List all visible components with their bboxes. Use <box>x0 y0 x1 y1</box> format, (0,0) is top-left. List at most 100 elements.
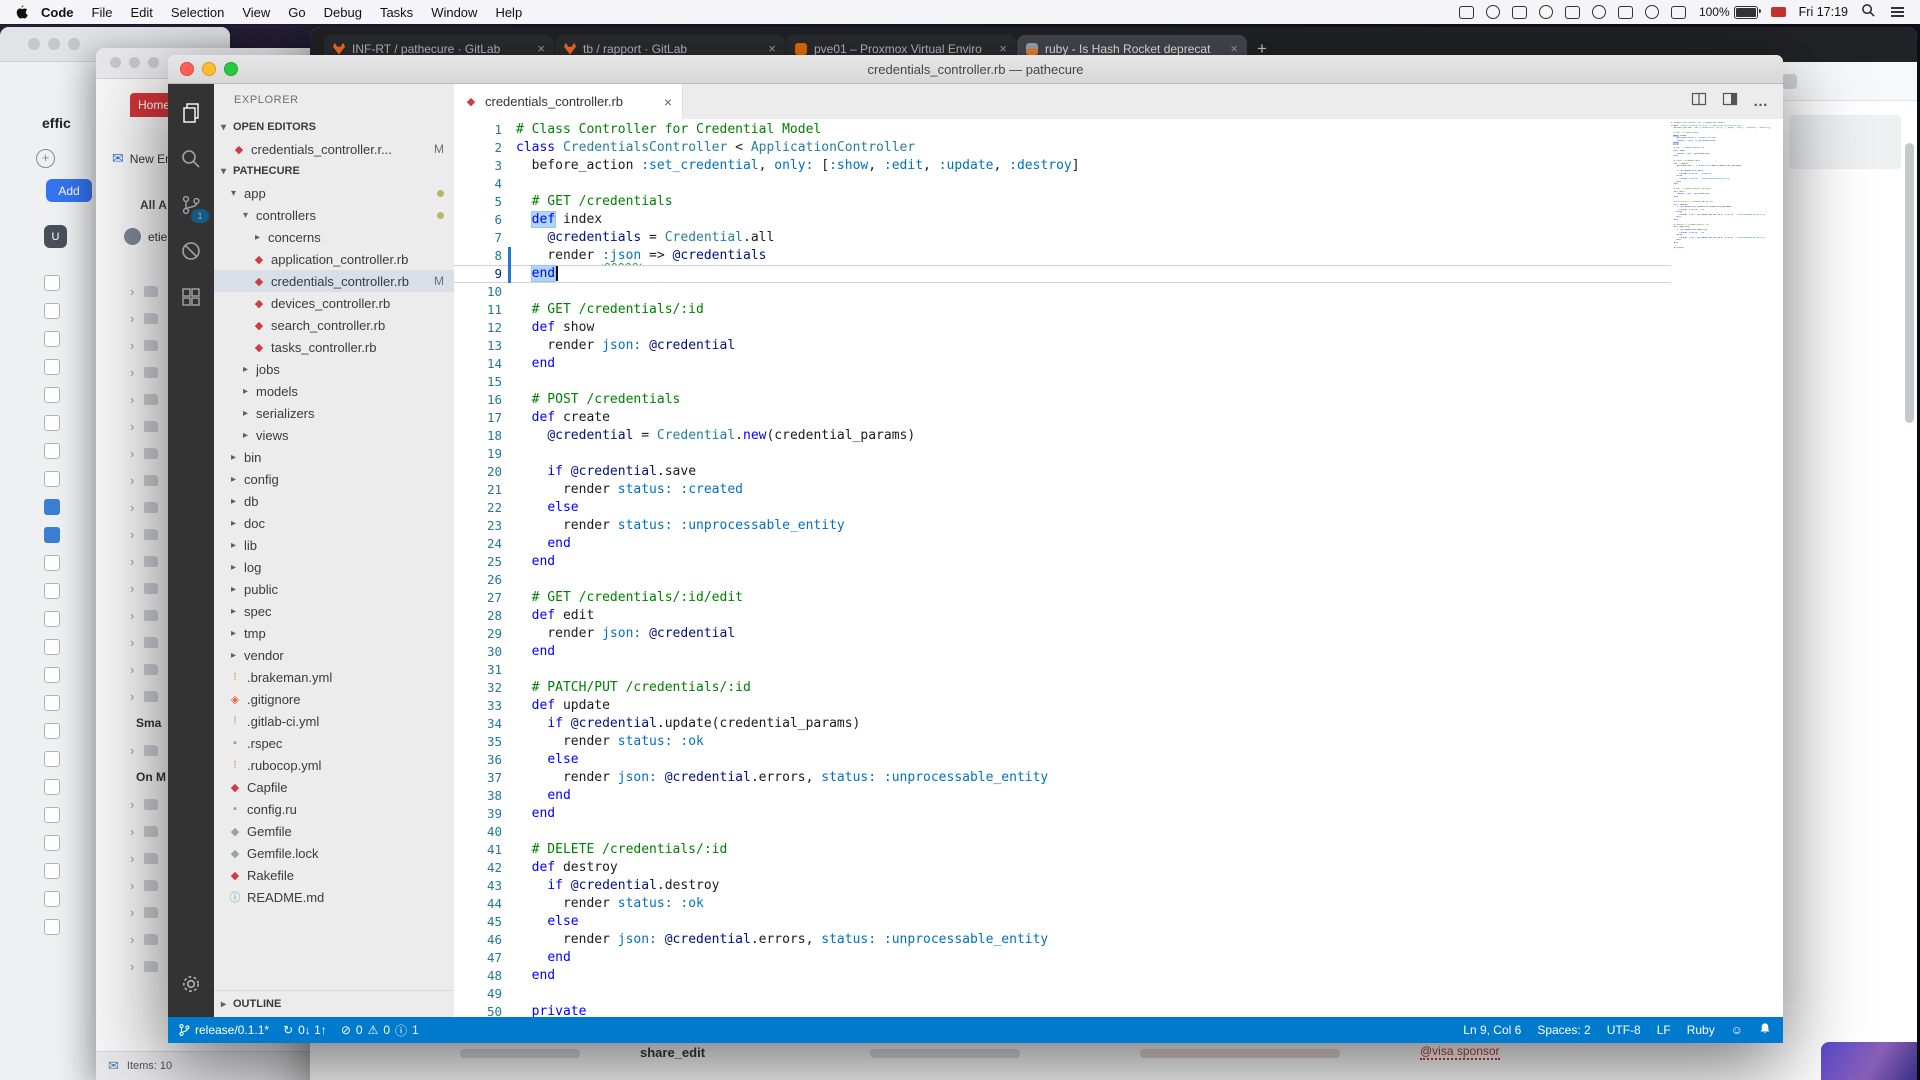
layout-toggle-icon[interactable] <box>1722 91 1738 112</box>
tab-close-icon[interactable]: × <box>537 41 545 56</box>
tree-file-.gitlab-ci.yml[interactable]: !.gitlab-ci.yml <box>214 710 454 732</box>
checkbox[interactable] <box>44 387 60 403</box>
code-line-13[interactable]: 13 render json: @credential <box>454 337 1671 355</box>
code-line-7[interactable]: 7 @credentials = Credential.all <box>454 229 1671 247</box>
minimap[interactable]: # Class Controller for Credential Modelc… <box>1671 119 1783 1017</box>
code-line-47[interactable]: 47 end <box>454 949 1671 967</box>
checkbox[interactable] <box>44 275 60 291</box>
status-icon[interactable] <box>1539 5 1553 19</box>
chevron-right-icon[interactable]: › <box>130 419 134 434</box>
code-line-27[interactable]: 27 # GET /credentials/:id/edit <box>454 589 1671 607</box>
chevron-right-icon[interactable]: › <box>130 743 134 758</box>
menu-view[interactable]: View <box>233 5 279 20</box>
tree-folder-public[interactable]: ▸public <box>214 578 454 600</box>
checkbox[interactable] <box>44 723 60 739</box>
checkbox[interactable] <box>44 499 60 515</box>
code-line-44[interactable]: 44 render status: :ok <box>454 895 1671 913</box>
chevron-right-icon[interactable]: › <box>130 959 134 974</box>
status-icon[interactable] <box>1645 5 1659 19</box>
tree-file-.gitignore[interactable]: ◈.gitignore <box>214 688 454 710</box>
code-line-22[interactable]: 22 else <box>454 499 1671 517</box>
encoding-indicator[interactable]: UTF-8 <box>1607 1023 1641 1037</box>
code-line-34[interactable]: 34 if @credential.update(credential_para… <box>454 715 1671 733</box>
code-line-8[interactable]: 8 render :json => @credentials <box>454 247 1671 265</box>
spotlight-icon[interactable] <box>1861 3 1876 21</box>
code-line-20[interactable]: 20 if @credential.save <box>454 463 1671 481</box>
tree-file-devices_controller.rb[interactable]: ◆devices_controller.rb <box>214 292 454 314</box>
checkbox[interactable] <box>44 303 60 319</box>
profile-icon[interactable] <box>1782 74 1797 89</box>
checkbox[interactable] <box>44 443 60 459</box>
chevron-right-icon[interactable]: › <box>130 581 134 596</box>
mail-module-icon[interactable]: ✉ <box>108 1058 119 1074</box>
tree-folder-app[interactable]: ▾app <box>214 182 454 204</box>
code-line-32[interactable]: 32 # PATCH/PUT /credentials/:id <box>454 679 1671 697</box>
menubar-clock[interactable]: Fri 17:19 <box>1799 5 1848 19</box>
code-lines[interactable]: 1# Class Controller for Credential Model… <box>454 119 1671 1017</box>
open-editors-header[interactable]: ▾ OPEN EDITORS <box>214 116 454 138</box>
code-line-40[interactable]: 40 <box>454 823 1671 841</box>
window-controls-inactive[interactable] <box>28 38 80 50</box>
chevron-right-icon[interactable]: › <box>130 878 134 893</box>
code-line-11[interactable]: 11 # GET /credentials/:id <box>454 301 1671 319</box>
all-accounts-label[interactable]: All A <box>140 198 167 212</box>
status-icon[interactable] <box>1618 6 1633 19</box>
tree-folder-vendor[interactable]: ▸vendor <box>214 644 454 666</box>
input-source-flag-icon[interactable] <box>1771 7 1786 17</box>
checkbox[interactable] <box>44 583 60 599</box>
checkbox[interactable] <box>44 751 60 767</box>
code-line-24[interactable]: 24 end <box>454 535 1671 553</box>
checkbox[interactable] <box>44 695 60 711</box>
code-line-4[interactable]: 4 <box>454 175 1671 193</box>
code-line-31[interactable]: 31 <box>454 661 1671 679</box>
tree-folder-db[interactable]: ▸db <box>214 490 454 512</box>
close-tab-icon[interactable]: × <box>664 94 672 110</box>
chevron-right-icon[interactable]: › <box>130 473 134 488</box>
explorer-icon[interactable] <box>168 90 214 136</box>
code-line-49[interactable]: 49 <box>454 985 1671 1003</box>
open-editor-item[interactable]: ◆ credentials_controller.r... M <box>214 138 454 160</box>
code-line-15[interactable]: 15 <box>454 373 1671 391</box>
chevron-right-icon[interactable]: › <box>130 392 134 407</box>
menu-tasks[interactable]: Tasks <box>371 5 422 20</box>
code-line-42[interactable]: 42 def destroy <box>454 859 1671 877</box>
tree-folder-spec[interactable]: ▸spec <box>214 600 454 622</box>
account-row[interactable]: etier <box>124 228 171 245</box>
status-icon[interactable] <box>1565 6 1580 19</box>
outline-header[interactable]: ▸ OUTLINE <box>214 990 454 1017</box>
code-line-41[interactable]: 41 # DELETE /credentials/:id <box>454 841 1671 859</box>
tree-file-application_controller.rb[interactable]: ◆application_controller.rb <box>214 248 454 270</box>
settings-gear-icon[interactable] <box>168 961 214 1007</box>
battery-indicator[interactable]: 100% <box>1699 5 1758 19</box>
checkbox[interactable] <box>44 919 60 935</box>
code-line-3[interactable]: 3 before_action :set_credential, only: [… <box>454 157 1671 175</box>
chevron-right-icon[interactable]: › <box>130 554 134 569</box>
menu-file[interactable]: File <box>83 5 122 20</box>
page-sponsor-link[interactable]: @visa sponsor <box>1420 1044 1500 1060</box>
chevron-right-icon[interactable]: › <box>130 338 134 353</box>
chevron-right-icon[interactable]: › <box>130 311 134 326</box>
zoom-window-button[interactable] <box>224 62 238 76</box>
checkbox[interactable] <box>44 639 60 655</box>
chevron-right-icon[interactable]: › <box>130 851 134 866</box>
browser-scrollbar[interactable] <box>1905 143 1914 423</box>
code-line-25[interactable]: 25 end <box>454 553 1671 571</box>
tree-file-Rakefile[interactable]: ◆Rakefile <box>214 864 454 886</box>
checkbox[interactable] <box>44 415 60 431</box>
tree-folder-concerns[interactable]: ▸concerns <box>214 226 454 248</box>
code-line-35[interactable]: 35 render status: :ok <box>454 733 1671 751</box>
menu-code[interactable]: Code <box>32 5 83 20</box>
git-branch-indicator[interactable]: release/0.1.1* <box>178 1023 269 1037</box>
checkbox[interactable] <box>44 863 60 879</box>
menu-go[interactable]: Go <box>279 5 314 20</box>
code-line-21[interactable]: 21 render status: :created <box>454 481 1671 499</box>
code-line-46[interactable]: 46 render json: @credential.errors, stat… <box>454 931 1671 949</box>
code-line-16[interactable]: 16 # POST /credentials <box>454 391 1671 409</box>
chevron-right-icon[interactable]: › <box>130 662 134 677</box>
tab-close-icon[interactable]: × <box>1230 41 1238 56</box>
chevron-right-icon[interactable]: › <box>130 284 134 299</box>
chevron-right-icon[interactable]: › <box>130 635 134 650</box>
source-control-icon[interactable]: 1 <box>168 182 214 228</box>
code-line-1[interactable]: 1# Class Controller for Credential Model <box>454 121 1671 139</box>
tree-file-Capfile[interactable]: ◆Capfile <box>214 776 454 798</box>
